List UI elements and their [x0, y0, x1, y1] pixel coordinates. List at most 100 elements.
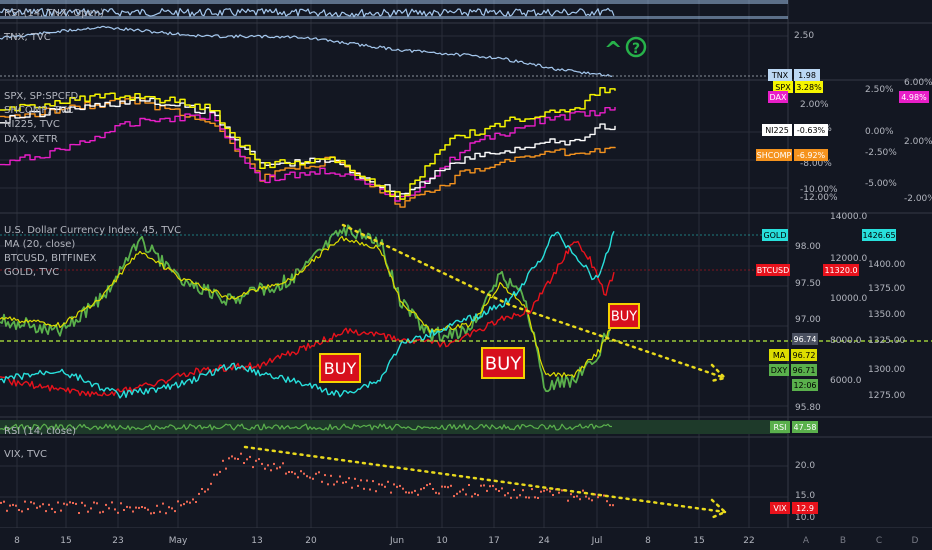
spx-line	[0, 87, 616, 200]
vix-point-140	[420, 488, 422, 491]
vix-point-90	[270, 469, 272, 472]
badge-dxy-value: 96.71	[793, 366, 816, 375]
btc-axis-1: 12000.0	[830, 254, 867, 264]
annotation-layer: ^ ? BUY BUY BUY	[243, 36, 728, 520]
tnx-line	[0, 25, 613, 77]
vix-point-110	[330, 474, 332, 477]
x-tick-11: 8	[645, 536, 651, 546]
badge-shcomp: SHCOMP -6.92%	[756, 149, 828, 161]
vix-point-16	[48, 503, 50, 506]
vix-point-183	[549, 490, 551, 493]
vix-point-44	[132, 510, 134, 513]
vix-point-171	[513, 488, 515, 491]
tnx-question-mark: ?	[632, 41, 640, 57]
vix-point-37	[111, 501, 113, 504]
vix-point-165	[495, 488, 497, 491]
vix-point-45	[135, 506, 137, 509]
vix-point-12	[36, 506, 38, 509]
vix-point-97	[291, 471, 293, 474]
badge-time: 12:06	[792, 379, 818, 391]
vix-point-80	[240, 452, 242, 455]
legend-8: BTCUSD, BITFINEX	[4, 253, 97, 264]
vix-point-203	[609, 504, 611, 507]
vix-point-55	[165, 512, 167, 515]
vix-point-82	[246, 458, 248, 461]
legend-7: MA (20, close)	[4, 239, 75, 250]
badge-ma-value: 96.72	[793, 351, 816, 360]
gold-axis-5: 1300.00	[868, 365, 905, 375]
vix-point-73	[219, 470, 221, 473]
vix-point-147	[441, 485, 443, 488]
vix-point-57	[171, 507, 173, 510]
vix-point-84	[252, 466, 254, 469]
vix-point-192	[576, 495, 578, 498]
vix-point-104	[312, 477, 314, 480]
vix-point-39	[117, 511, 119, 514]
rsi-tnx-band-top	[0, 0, 788, 4]
vix-point-163	[489, 485, 491, 488]
badge-dax-label-label: DAX	[770, 93, 787, 102]
vix-point-83	[249, 455, 251, 458]
idx-axis3-4: -2.00%	[904, 194, 932, 204]
ni225-line	[0, 97, 616, 198]
idx-axis3-2: 2.00%	[904, 137, 932, 147]
x-tick-1: 15	[60, 536, 71, 546]
vix-point-172	[516, 496, 518, 499]
vix-point-93	[279, 466, 281, 469]
vix-point-121	[363, 487, 365, 490]
vix-point-108	[324, 474, 326, 477]
vix-point-133	[399, 484, 401, 487]
vix-point-152	[456, 492, 458, 495]
idx-axis2-2: -2.50%	[865, 148, 897, 158]
vix-point-6	[18, 509, 20, 511]
vix-point-22	[66, 503, 68, 506]
vix-point-11	[33, 502, 35, 505]
x-tick-5: 20	[305, 536, 317, 546]
idx-axis2-3: -5.00%	[865, 179, 897, 189]
badge-gold-value: 1426.65	[862, 231, 895, 240]
badge-btc-label-label: BTCUSD	[757, 266, 790, 275]
vix-point-50	[150, 512, 152, 515]
buy-label-0: BUY	[324, 359, 357, 378]
badge-dax-label: DAX	[768, 91, 788, 103]
btc-axis-2: 10000.0	[830, 294, 867, 304]
vix-point-81	[243, 462, 245, 464]
vix-point-75	[225, 467, 227, 470]
vix-point-115	[345, 481, 347, 484]
vix-point-72	[216, 473, 218, 476]
vix-point-60	[180, 504, 182, 507]
badge-shcomp-label: SHCOMP	[757, 151, 792, 160]
vix-point-85	[255, 459, 257, 462]
vix-point-47	[141, 506, 143, 508]
vix-axis-1: 15.0	[795, 491, 815, 501]
vix-point-8	[24, 500, 26, 503]
vix-point-193	[579, 498, 581, 501]
vix-point-118	[354, 477, 356, 480]
vix-point-33	[99, 511, 101, 514]
chart-canvas[interactable]: RSI (14, TNX: Open) TNX, TVC SPX, SP:SPCFD…	[0, 0, 932, 550]
badge-shcomp-value: -6.92%	[797, 151, 826, 160]
vix-point-141	[423, 487, 425, 490]
vix-point-123	[369, 488, 371, 491]
vix-point-130	[390, 491, 392, 494]
badge-vix-value: 12.9	[796, 504, 814, 513]
legend-4: NI225, TVC	[4, 119, 60, 130]
vix-point-145	[435, 491, 437, 494]
vix-point-79	[237, 458, 239, 460]
vix-point-199	[597, 496, 599, 499]
badge-dax-value: 4.98%	[901, 93, 927, 102]
vix-point-166	[498, 490, 500, 492]
vix-point-35	[105, 503, 107, 506]
tnx-caret: ^	[604, 38, 622, 63]
vix-point-15	[45, 510, 47, 513]
badge-tnx-label: TNX	[771, 71, 789, 80]
vix-point-86	[258, 458, 260, 461]
badge-dxy-label: DXY	[771, 366, 788, 375]
vix-point-202	[606, 500, 608, 503]
legend-9: GOLD, TVC	[4, 267, 59, 278]
badge-ni225-value: -0.63%	[797, 126, 826, 135]
vix-point-116	[348, 477, 350, 480]
vix-point-100	[300, 470, 302, 473]
vix-point-119	[357, 484, 359, 487]
vix-point-68	[204, 490, 206, 493]
